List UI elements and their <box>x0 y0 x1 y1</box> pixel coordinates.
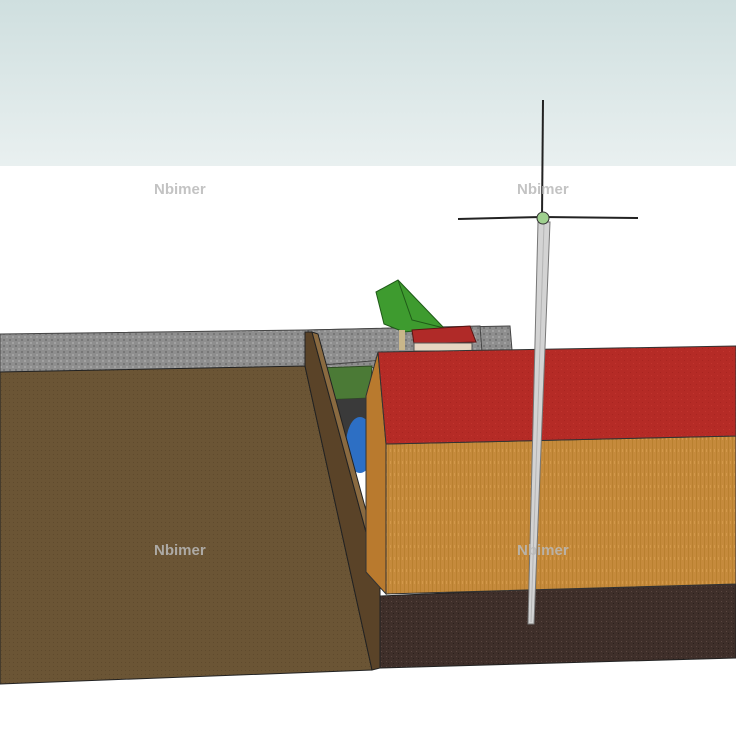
sky <box>0 0 736 166</box>
dark-soil-base <box>379 579 736 669</box>
watermark-top-left: Nbimer <box>154 181 206 198</box>
canopy-trunk <box>399 330 405 350</box>
scene-canvas: Nbimer Nbimer Nbimer Nbimer <box>0 0 736 736</box>
small-red-house-wall <box>413 342 473 352</box>
model-viewport[interactable]: Nbimer Nbimer Nbimer Nbimer <box>0 0 736 736</box>
turbine-blade-right <box>541 216 639 219</box>
barn-roof <box>377 345 736 445</box>
turbine-blade-up <box>541 99 544 219</box>
barn-wall <box>385 435 736 595</box>
watermark-bottom-left: Nbimer <box>154 542 206 559</box>
watermark-bottom-right: Nbimer <box>517 542 569 559</box>
watermark-top-right: Nbimer <box>517 181 569 198</box>
turbine-hub <box>536 211 550 225</box>
